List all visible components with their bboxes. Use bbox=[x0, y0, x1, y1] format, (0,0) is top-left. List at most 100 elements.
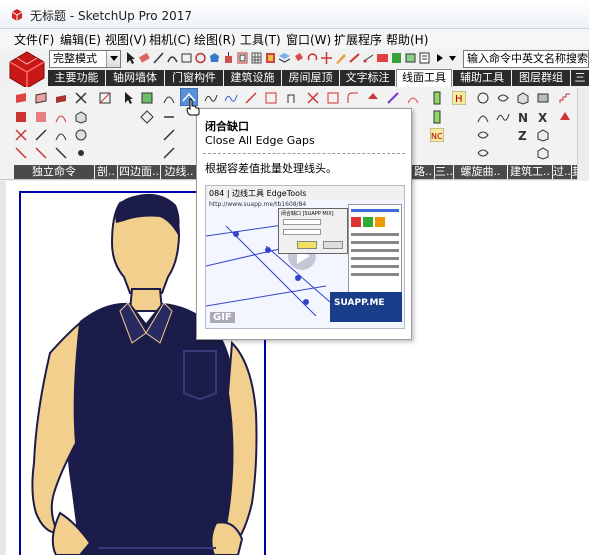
diagonal-2-icon[interactable] bbox=[162, 146, 176, 160]
polygon-tool-icon[interactable] bbox=[208, 51, 221, 65]
group-label-path[interactable]: 路.. bbox=[412, 165, 434, 179]
path-icon[interactable] bbox=[264, 91, 278, 105]
round-corner-icon[interactable] bbox=[346, 91, 360, 105]
command-search-input[interactable]: 输入命令中英文名称搜索 bbox=[463, 50, 589, 68]
paint-bucket-icon[interactable] bbox=[292, 51, 305, 65]
curve-icon[interactable] bbox=[204, 91, 218, 105]
split-icon[interactable] bbox=[306, 91, 320, 105]
color-bar-icon[interactable] bbox=[430, 91, 444, 105]
arc-flip-icon[interactable] bbox=[476, 110, 490, 124]
face-copy-icon[interactable] bbox=[54, 91, 68, 105]
group-label-standalone[interactable]: 独立命令 bbox=[14, 165, 94, 179]
group-label-filter[interactable]: 过.. bbox=[553, 165, 571, 179]
layers-icon[interactable] bbox=[278, 51, 291, 65]
eraser-icon[interactable] bbox=[138, 51, 151, 65]
group-label-spiral[interactable]: 螺旋曲.. bbox=[454, 165, 507, 179]
face-tilt-icon[interactable] bbox=[14, 146, 28, 160]
face-rotate-icon[interactable] bbox=[54, 110, 68, 124]
menu-edit[interactable]: 编辑(E) bbox=[60, 31, 101, 48]
pointer-icon[interactable] bbox=[122, 91, 136, 105]
line-tool-icon[interactable] bbox=[152, 51, 165, 65]
spiral2-icon[interactable] bbox=[476, 128, 490, 142]
circle-tool-icon[interactable] bbox=[194, 51, 207, 65]
box-icon[interactable] bbox=[516, 91, 530, 105]
menu-window[interactable]: 窗口(W) bbox=[286, 31, 331, 48]
tab-auxiliary-tools[interactable]: 辅助工具 bbox=[453, 70, 511, 86]
rotate-icon[interactable] bbox=[306, 51, 319, 65]
tab-main-functions[interactable]: 主要功能 bbox=[48, 70, 105, 86]
group-label-edge[interactable]: 边线.. bbox=[161, 165, 197, 179]
pencil-icon[interactable] bbox=[334, 51, 347, 65]
spiral-icon[interactable] bbox=[386, 91, 400, 105]
select-tool-icon[interactable] bbox=[124, 51, 137, 65]
letter-x-icon[interactable]: X bbox=[536, 110, 550, 124]
face-dot-icon[interactable] bbox=[74, 146, 88, 160]
tab-room-roof[interactable]: 房间屋顶 bbox=[282, 70, 339, 86]
face-arc-icon[interactable] bbox=[54, 128, 68, 142]
move-icon[interactable] bbox=[320, 51, 333, 65]
spiral3-icon[interactable] bbox=[476, 146, 490, 160]
style-mode-select[interactable]: 完整模式 bbox=[49, 50, 121, 68]
text-tool-icon[interactable] bbox=[376, 51, 389, 65]
swirl-icon[interactable] bbox=[496, 91, 510, 105]
zoom-extents-icon[interactable] bbox=[418, 51, 431, 65]
face-flip-icon[interactable] bbox=[14, 91, 28, 105]
wave-icon[interactable] bbox=[224, 91, 238, 105]
text3d-icon[interactable]: H bbox=[452, 91, 466, 105]
chevron-down-small-icon[interactable] bbox=[446, 51, 459, 65]
menu-draw[interactable]: 绘图(R) bbox=[194, 31, 236, 48]
menu-extensions[interactable]: 扩展程序 bbox=[334, 31, 382, 48]
helix-icon[interactable] bbox=[406, 91, 420, 105]
tree-icon[interactable] bbox=[366, 91, 380, 105]
menu-camera[interactable]: 相机(C) bbox=[149, 31, 191, 48]
diagonal-icon[interactable] bbox=[162, 128, 176, 142]
wave2-icon[interactable] bbox=[496, 110, 510, 124]
tape-measure-icon[interactable] bbox=[348, 51, 361, 65]
extrude-icon[interactable] bbox=[284, 91, 298, 105]
tab-line-face-tools[interactable]: 线面工具 bbox=[396, 69, 452, 87]
section-plane-icon[interactable] bbox=[390, 51, 403, 65]
menu-file[interactable]: 文件(F) bbox=[14, 31, 54, 48]
menu-tools[interactable]: 工具(T) bbox=[240, 31, 281, 48]
line-split-icon[interactable] bbox=[162, 110, 176, 124]
tab-building-facilities[interactable]: 建筑设施 bbox=[224, 70, 281, 86]
section-cut-icon[interactable] bbox=[98, 91, 112, 105]
cube-icon[interactable] bbox=[536, 128, 550, 142]
rectangle-tool-icon[interactable] bbox=[180, 51, 193, 65]
cube-2-icon[interactable] bbox=[536, 146, 550, 160]
face-color-icon[interactable] bbox=[34, 91, 48, 105]
menu-view[interactable]: 视图(V) bbox=[105, 31, 147, 48]
texture-icon[interactable] bbox=[264, 51, 277, 65]
face-tilt-2-icon[interactable] bbox=[34, 146, 48, 160]
face-split-icon[interactable] bbox=[34, 128, 48, 142]
face-merge-icon[interactable] bbox=[34, 110, 48, 124]
quad-face-icon[interactable] bbox=[140, 91, 154, 105]
wall-icon[interactable] bbox=[536, 91, 550, 105]
menu-help[interactable]: 帮助(H) bbox=[386, 31, 428, 48]
tab-door-window[interactable]: 门窗构件 bbox=[165, 70, 223, 86]
face-tilt-3-icon[interactable] bbox=[54, 146, 68, 160]
loop-icon[interactable] bbox=[476, 91, 490, 105]
face-select-icon[interactable] bbox=[14, 110, 28, 124]
stair-icon[interactable] bbox=[558, 91, 572, 105]
face-box-icon[interactable] bbox=[74, 110, 88, 124]
prism-icon[interactable] bbox=[558, 110, 572, 124]
component-icon[interactable] bbox=[404, 51, 417, 65]
tab-layer-group[interactable]: 图层群组 bbox=[512, 70, 570, 86]
face-cross-icon[interactable] bbox=[14, 128, 28, 142]
sphere-icon[interactable] bbox=[74, 128, 88, 142]
face-connect-icon[interactable] bbox=[74, 91, 88, 105]
push-pull-icon[interactable] bbox=[222, 51, 235, 65]
nc-icon[interactable]: NC bbox=[430, 128, 444, 142]
edge-curve-icon[interactable] bbox=[162, 91, 176, 105]
letter-n-icon[interactable]: N bbox=[516, 110, 530, 124]
diamond-icon[interactable] bbox=[140, 110, 154, 124]
group-label-quad-face[interactable]: 四边面.. bbox=[118, 165, 160, 179]
tab-text-annotation[interactable]: 文字标注 bbox=[340, 70, 395, 86]
group-label-building-tools[interactable]: 建筑工.. bbox=[508, 165, 552, 179]
offset-icon[interactable] bbox=[236, 51, 249, 65]
color-bar-2-icon[interactable] bbox=[430, 110, 444, 124]
group-label-three[interactable]: 三.. bbox=[435, 165, 453, 179]
group-label-section[interactable]: 剖.. bbox=[95, 165, 117, 179]
arc-tool-icon[interactable] bbox=[166, 51, 179, 65]
